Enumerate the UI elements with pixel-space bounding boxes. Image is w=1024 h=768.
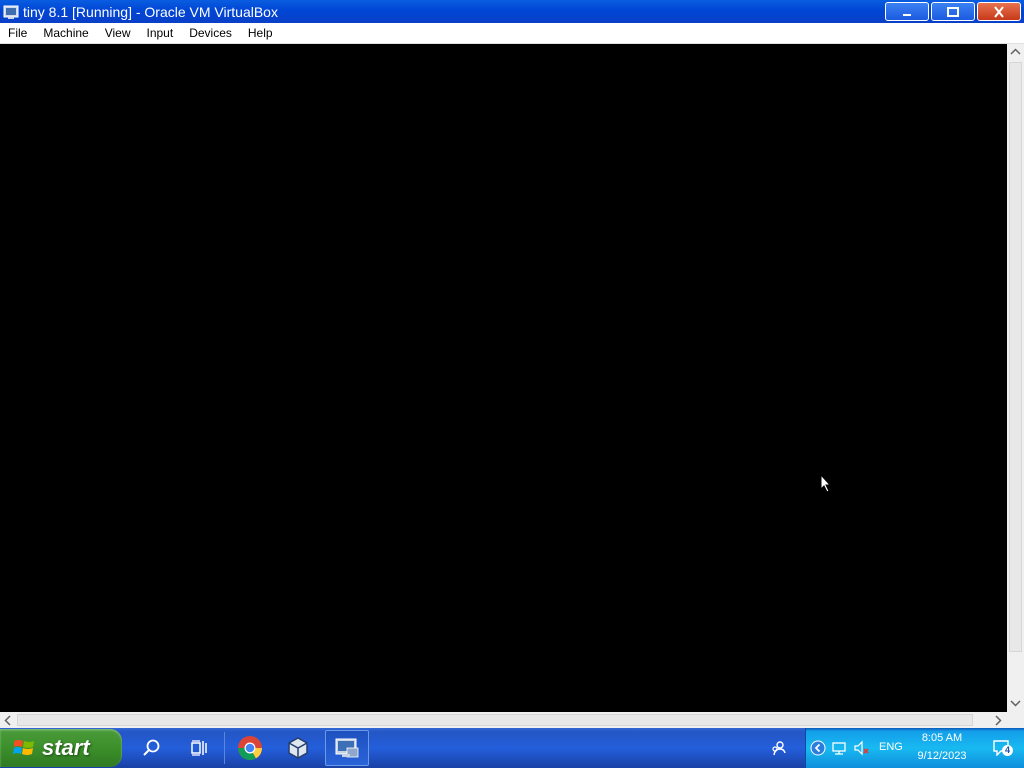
menu-machine[interactable]: Machine — [35, 23, 96, 44]
virtualbox-taskbar-button[interactable] — [276, 730, 320, 766]
network-icon[interactable] — [831, 740, 847, 756]
language-indicator[interactable]: ENG — [879, 741, 903, 753]
menu-input[interactable]: Input — [139, 23, 182, 44]
vm-display[interactable] — [0, 44, 1007, 712]
virtualbox-vm-icon[interactable] — [3, 4, 19, 20]
chrome-icon — [238, 736, 262, 761]
clock-time[interactable]: 8:05 AM — [916, 731, 968, 746]
vertical-scrollbar[interactable] — [1007, 44, 1024, 712]
volume-muted-icon[interactable] — [853, 740, 869, 756]
clock-date[interactable]: 9/12/2023 — [914, 749, 970, 764]
search-icon — [143, 739, 160, 756]
horizontal-scroll-thumb[interactable] — [17, 714, 973, 726]
task-view-button[interactable] — [177, 730, 221, 766]
close-icon — [994, 5, 1004, 18]
action-center-button[interactable]: 4 — [993, 740, 1013, 757]
chrome-taskbar-button[interactable] — [228, 730, 272, 766]
scrollbar-corner — [1007, 712, 1024, 728]
minimize-icon — [903, 13, 911, 16]
notification-count: 4 — [1002, 745, 1013, 756]
restore-icon — [947, 6, 959, 17]
virtualbox-icon — [288, 737, 308, 759]
vm-window-taskbar-button[interactable] — [325, 730, 369, 766]
scroll-left-icon[interactable] — [4, 715, 12, 726]
scroll-right-icon[interactable] — [994, 715, 1002, 726]
menu-file[interactable]: File — [0, 23, 35, 44]
scroll-down-icon[interactable] — [1010, 699, 1021, 707]
window-title: tiny 8.1 [Running] - Oracle VM VirtualBo… — [23, 3, 278, 20]
system-tray: ENG 8:05 AM 9/12/2023 4 — [805, 728, 1024, 768]
people-icon[interactable] — [770, 740, 786, 756]
minimize-button[interactable] — [885, 2, 929, 21]
vertical-scroll-thumb[interactable] — [1009, 62, 1022, 652]
start-button[interactable]: start — [0, 729, 122, 767]
taskbar-separator — [224, 732, 225, 764]
menu-help[interactable]: Help — [240, 23, 281, 44]
task-view-icon — [191, 740, 207, 756]
window-controls — [885, 2, 1021, 21]
vm-window-icon — [335, 738, 359, 758]
start-label: start — [42, 735, 90, 760]
close-button[interactable] — [977, 2, 1021, 21]
menu-devices[interactable]: Devices — [181, 23, 240, 44]
taskbar: start ENG 8:05 AM 9/12/2023 4 — [0, 728, 1024, 768]
menu-view[interactable]: View — [97, 23, 139, 44]
restore-button[interactable] — [931, 2, 975, 21]
menu-bar: File Machine View Input Devices Help — [0, 23, 1024, 44]
title-bar[interactable]: tiny 8.1 [Running] - Oracle VM VirtualBo… — [0, 0, 1024, 23]
mouse-cursor-icon — [820, 474, 832, 493]
show-hidden-icons-icon[interactable] — [810, 740, 826, 756]
windows-logo-icon — [13, 740, 34, 755]
search-button[interactable] — [130, 730, 174, 766]
scroll-up-icon[interactable] — [1010, 48, 1021, 56]
horizontal-scrollbar[interactable] — [0, 712, 1007, 728]
